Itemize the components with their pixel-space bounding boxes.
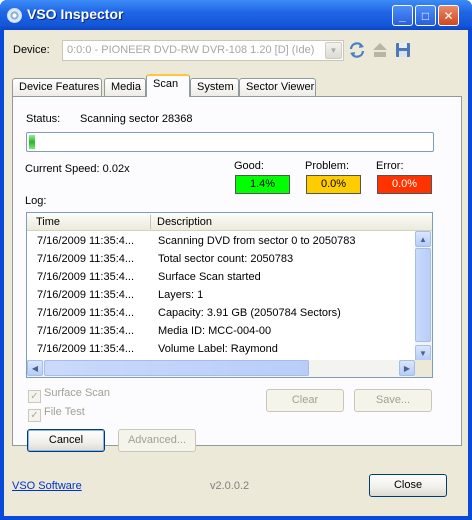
- current-speed: Current Speed: 0.02x: [25, 163, 130, 175]
- table-row[interactable]: 7/16/2009 11:35:4... Layers: 1: [27, 286, 415, 304]
- window-title: VSO Inspector: [27, 6, 124, 22]
- cancel-button[interactable]: Cancel: [27, 429, 105, 452]
- log-label: Log:: [25, 195, 47, 207]
- table-row[interactable]: 7/16/2009 11:35:4... Media ID: MCC-004-0…: [27, 322, 415, 340]
- log-description: Layers: 1: [158, 289, 204, 301]
- chevron-down-icon[interactable]: ▼: [325, 42, 342, 59]
- column-time[interactable]: Time: [36, 216, 60, 228]
- scroll-right-icon[interactable]: ▶: [399, 360, 415, 376]
- file-test-checkbox[interactable]: ✓ File Test: [28, 406, 85, 422]
- table-row[interactable]: 7/16/2009 11:35:4... Total sector count:…: [27, 250, 415, 268]
- horizontal-scrollbar[interactable]: ◀ ▶: [27, 360, 415, 377]
- app-window: VSO Inspector _ □ ✕ Device: 0:0:0 - PION…: [0, 0, 472, 520]
- close-button[interactable]: Close: [369, 474, 447, 497]
- checkmark-icon: ✓: [28, 409, 41, 422]
- error-value: 0.0%: [377, 175, 432, 194]
- good-label: Good:: [234, 160, 264, 172]
- file-test-label: File Test: [44, 406, 85, 418]
- log-description: Media ID: MCC-004-00: [158, 325, 272, 337]
- tab-sector-viewer[interactable]: Sector Viewer: [239, 78, 316, 97]
- table-row[interactable]: 7/16/2009 11:35:4... Capacity: 3.91 GB (…: [27, 304, 415, 322]
- minimize-button[interactable]: _: [392, 5, 413, 26]
- log-time: 7/16/2009 11:35:4...: [37, 235, 135, 247]
- table-row[interactable]: 7/16/2009 11:35:4... Surface Scan starte…: [27, 268, 415, 286]
- column-description[interactable]: Description: [157, 216, 212, 228]
- problem-label: Problem:: [305, 160, 350, 172]
- log-time: 7/16/2009 11:35:4...: [37, 289, 135, 301]
- device-select[interactable]: 0:0:0 - PIONEER DVD-RW DVR-108 1.20 [D] …: [62, 40, 344, 61]
- vso-software-link[interactable]: VSO Software: [12, 480, 82, 492]
- column-divider[interactable]: [150, 215, 151, 229]
- problem-value: 0.0%: [306, 175, 361, 194]
- close-window-button[interactable]: ✕: [438, 5, 459, 26]
- scrollbar-corner: [415, 360, 432, 377]
- device-select-value: 0:0:0 - PIONEER DVD-RW DVR-108 1.20 [D] …: [67, 44, 315, 56]
- scroll-up-icon[interactable]: ▲: [415, 231, 431, 247]
- table-row[interactable]: 7/16/2009 11:35:4... Scanning DVD from s…: [27, 232, 415, 250]
- title-bar[interactable]: VSO Inspector _ □ ✕: [0, 0, 472, 30]
- log-description: Capacity: 3.91 GB (2050784 Sectors): [158, 307, 341, 319]
- tab-media[interactable]: Media: [104, 78, 146, 97]
- checkmark-icon: ✓: [28, 390, 41, 403]
- progress-fill: [29, 135, 35, 149]
- clear-button[interactable]: Clear: [266, 389, 344, 412]
- log-description: Scanning DVD from sector 0 to 2050783: [158, 235, 356, 247]
- log-time: 7/16/2009 11:35:4...: [37, 307, 135, 319]
- scroll-down-icon[interactable]: ▼: [415, 345, 431, 361]
- surface-scan-checkbox[interactable]: ✓ Surface Scan: [28, 387, 110, 403]
- scan-progress-bar: [26, 132, 434, 152]
- vertical-scroll-thumb[interactable]: [415, 248, 431, 342]
- device-label: Device:: [13, 44, 50, 56]
- advanced-button[interactable]: Advanced...: [118, 429, 196, 452]
- version-label: v2.0.0.2: [210, 480, 250, 492]
- log-description: Total sector count: 2050783: [158, 253, 294, 265]
- tab-scan[interactable]: Scan: [146, 74, 190, 97]
- log-description: Surface Scan started: [158, 271, 261, 283]
- table-row[interactable]: 7/16/2009 11:35:4... Volume Label: Raymo…: [27, 340, 415, 358]
- tab-device-features[interactable]: Device Features: [12, 78, 102, 97]
- log-time: 7/16/2009 11:35:4...: [37, 271, 135, 283]
- refresh-icon[interactable]: [348, 41, 366, 59]
- disc-icon: [7, 8, 22, 23]
- good-value: 1.4%: [235, 175, 290, 194]
- vertical-scrollbar[interactable]: ▲ ▼: [415, 231, 432, 361]
- eject-icon[interactable]: [371, 41, 389, 59]
- surface-scan-label: Surface Scan: [44, 387, 111, 399]
- log-time: 7/16/2009 11:35:4...: [37, 253, 135, 265]
- log-time: 7/16/2009 11:35:4...: [37, 343, 135, 355]
- horizontal-scroll-thumb[interactable]: [44, 360, 309, 376]
- save-log-button[interactable]: Save...: [354, 389, 432, 412]
- log-list[interactable]: Time Description 7/16/2009 11:35:4... Sc…: [26, 212, 433, 378]
- status-label: Status:: [26, 113, 61, 125]
- log-header: Time Description: [27, 213, 432, 231]
- scan-panel: Status: Scanning sector 28368 Current Sp…: [12, 96, 462, 452]
- tab-system[interactable]: System: [190, 78, 239, 97]
- error-label: Error:: [376, 160, 404, 172]
- status-value: Scanning sector 28368: [80, 113, 193, 125]
- save-icon[interactable]: [394, 41, 412, 59]
- log-time: 7/16/2009 11:35:4...: [37, 325, 135, 337]
- client-area: Device: 0:0:0 - PIONEER DVD-RW DVR-108 1…: [4, 30, 468, 516]
- scroll-left-icon[interactable]: ◀: [27, 360, 43, 376]
- maximize-button[interactable]: □: [415, 5, 436, 26]
- log-description: Volume Label: Raymond: [158, 343, 278, 355]
